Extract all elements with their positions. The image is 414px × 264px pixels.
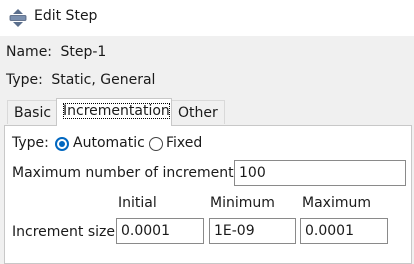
tab-incrementation[interactable]: Incrementation bbox=[56, 98, 172, 126]
radio-fixed-indicator[interactable] bbox=[149, 137, 163, 151]
column-minimum-header: Minimum bbox=[210, 195, 275, 211]
name-label: Name: bbox=[6, 44, 53, 60]
increment-maximum-field[interactable] bbox=[300, 218, 388, 244]
step-name-value: Step-1 bbox=[60, 44, 107, 60]
tab-other-label: Other bbox=[178, 105, 218, 121]
tab-basic-label: Basic bbox=[14, 105, 52, 121]
radio-fixed[interactable]: Fixed bbox=[149, 135, 202, 151]
step-type-row: Type: Static, General bbox=[6, 72, 155, 88]
increment-initial-field[interactable] bbox=[116, 218, 204, 244]
radio-automatic-indicator[interactable] bbox=[55, 137, 69, 151]
increment-type-label: Type: bbox=[12, 135, 49, 151]
increment-size-label: Increment size: bbox=[12, 224, 120, 240]
radio-fixed-label: Fixed bbox=[166, 135, 203, 151]
radio-automatic-label: Automatic bbox=[73, 135, 145, 151]
max-increments-label: Maximum number of increments: bbox=[12, 165, 246, 181]
window-title: Edit Step bbox=[34, 8, 98, 24]
title-bar: Edit Step bbox=[0, 0, 414, 36]
column-initial-header: Initial bbox=[118, 195, 157, 211]
tab-other[interactable]: Other bbox=[171, 100, 225, 124]
type-label: Type: bbox=[6, 72, 43, 88]
max-increments-field[interactable] bbox=[234, 160, 406, 186]
tab-basic[interactable]: Basic bbox=[7, 100, 57, 124]
increment-minimum-field[interactable] bbox=[209, 218, 296, 244]
column-maximum-header: Maximum bbox=[302, 195, 371, 211]
radio-automatic[interactable]: Automatic bbox=[55, 135, 145, 151]
tab-incrementation-label: Incrementation bbox=[63, 103, 170, 119]
step-name-row: Name: Step-1 bbox=[6, 44, 106, 60]
step-type-value: Static, General bbox=[51, 72, 156, 88]
edit-step-icon bbox=[9, 9, 27, 27]
